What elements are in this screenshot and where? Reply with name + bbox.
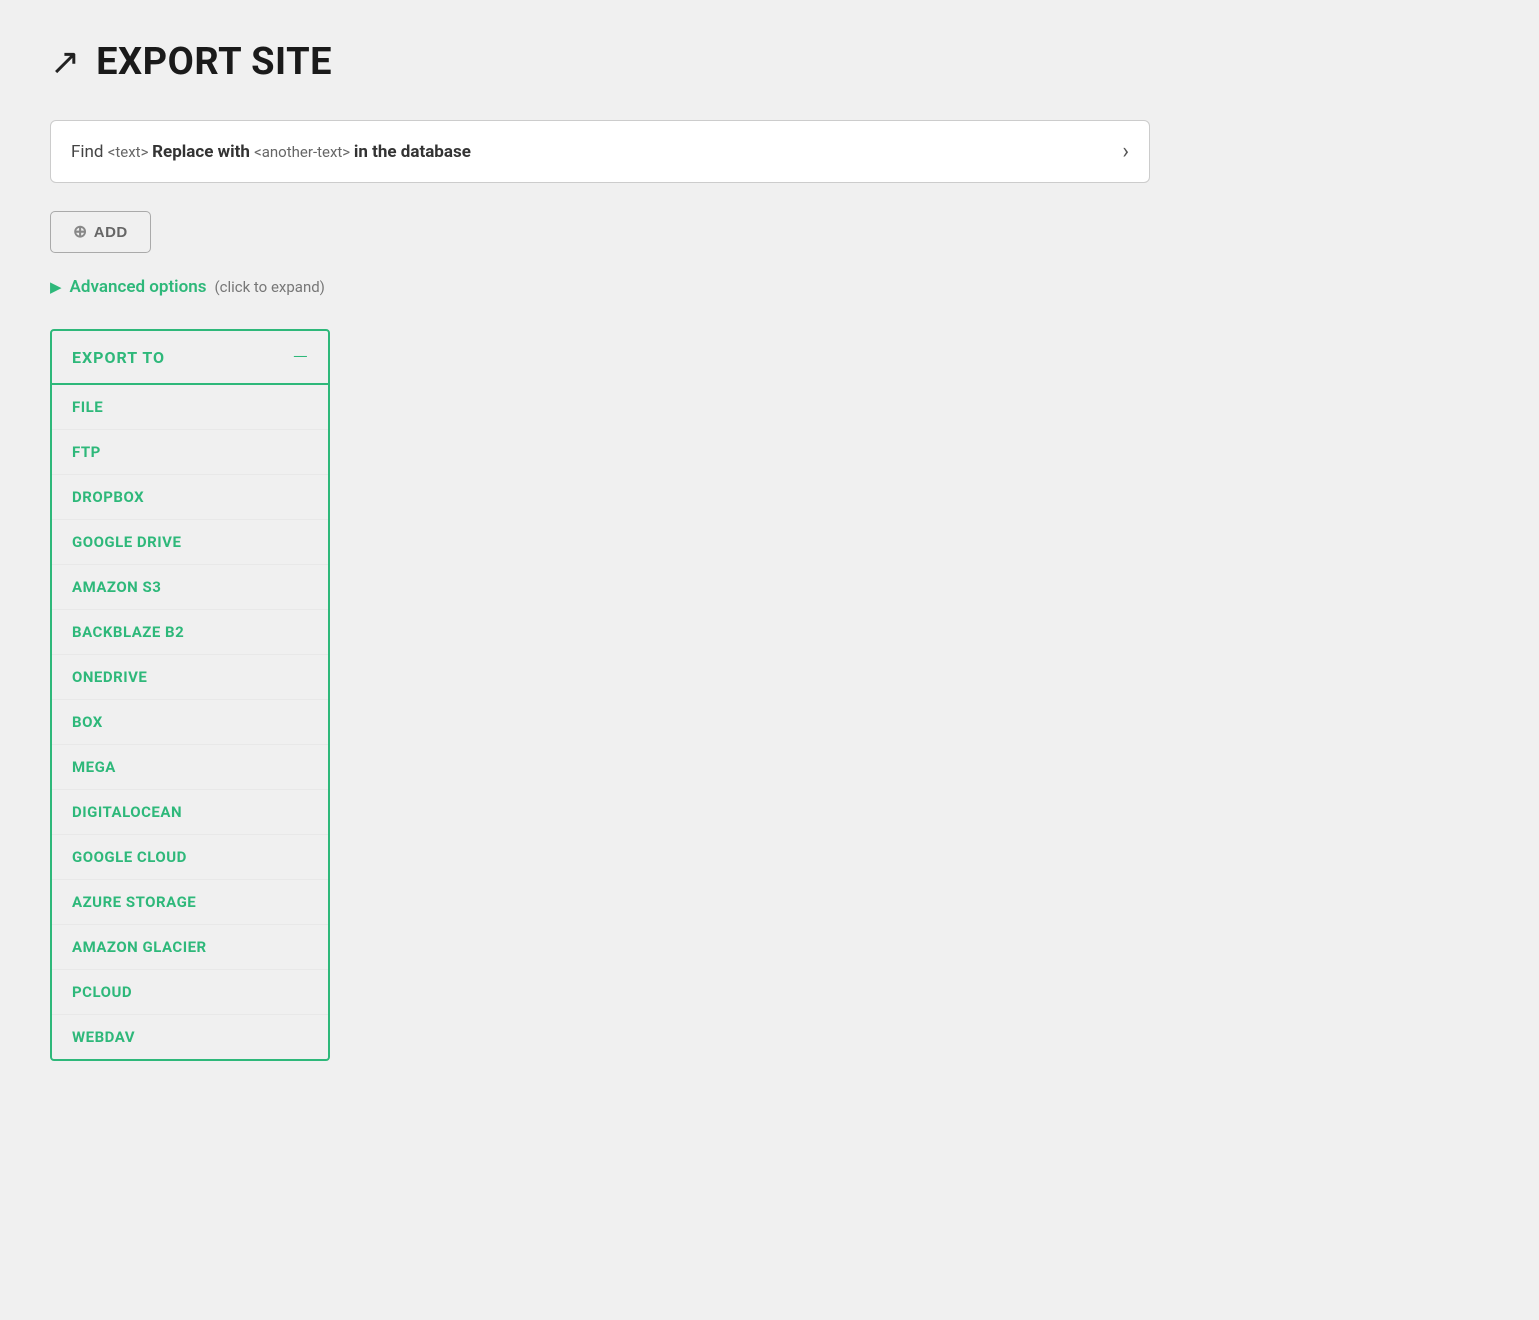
export-panel: EXPORT TO — FILEFTPDROPBOXGOOGLE DRIVEAM… [50, 329, 330, 1061]
export-options-list: FILEFTPDROPBOXGOOGLE DRIVEAMAZON S3BACKB… [52, 385, 328, 1059]
add-button-label: ADD [94, 224, 128, 241]
export-panel-collapse-button[interactable]: — [293, 345, 308, 369]
export-option-item[interactable]: AZURE STORAGE [52, 880, 328, 925]
export-option-item[interactable]: PCLOUD [52, 970, 328, 1015]
add-button[interactable]: ⊕ ADD [50, 211, 151, 253]
export-option-item[interactable]: MEGA [52, 745, 328, 790]
replace-label: Replace with [152, 142, 250, 162]
export-option-item[interactable]: FTP [52, 430, 328, 475]
export-option-item[interactable]: FILE [52, 385, 328, 430]
in-database-label: in the database [354, 142, 471, 162]
export-option-item[interactable]: GOOGLE CLOUD [52, 835, 328, 880]
export-option-item[interactable]: BOX [52, 700, 328, 745]
find-replace-bar[interactable]: Find <text> Replace with <another-text> … [50, 120, 1150, 183]
export-option-item[interactable]: AMAZON GLACIER [52, 925, 328, 970]
add-plus-icon: ⊕ [73, 222, 88, 242]
find-replace-text: Find <text> Replace with <another-text> … [71, 142, 471, 162]
export-option-item[interactable]: WEBDAV [52, 1015, 328, 1059]
find-replace-arrow-icon[interactable]: › [1122, 139, 1129, 164]
advanced-options-arrow-icon: ▶ [50, 278, 62, 296]
advanced-options-hint: (click to expand) [214, 278, 324, 296]
export-option-item[interactable]: ONEDRIVE [52, 655, 328, 700]
export-panel-header: EXPORT TO — [52, 331, 328, 385]
export-option-item[interactable]: BACKBLAZE B2 [52, 610, 328, 655]
replace-code: <another-text> [254, 143, 354, 161]
page-title: EXPORT SITE [96, 40, 332, 84]
find-label: Find [71, 142, 104, 162]
export-icon: ↗ [50, 41, 80, 83]
advanced-options-label: Advanced options [70, 277, 207, 297]
export-option-item[interactable]: GOOGLE DRIVE [52, 520, 328, 565]
advanced-options[interactable]: ▶ Advanced options (click to expand) [50, 277, 1489, 297]
find-code: <text> [108, 143, 152, 161]
page-header: ↗ EXPORT SITE [50, 40, 1489, 84]
export-panel-title: EXPORT TO [72, 348, 165, 367]
export-option-item[interactable]: DIGITALOCEAN [52, 790, 328, 835]
export-option-item[interactable]: DROPBOX [52, 475, 328, 520]
export-option-item[interactable]: AMAZON S3 [52, 565, 328, 610]
